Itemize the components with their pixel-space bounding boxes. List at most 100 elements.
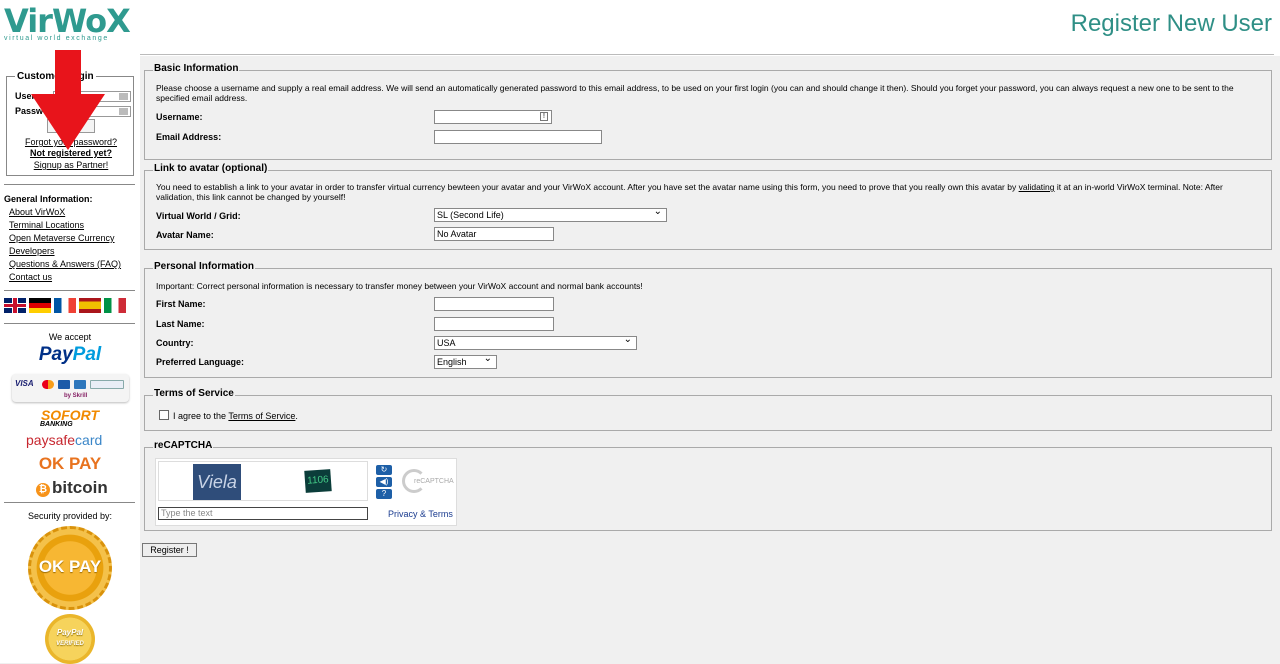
avatar-legend: Link to avatar (optional) (153, 163, 269, 174)
flag-de-icon[interactable] (29, 298, 51, 313)
skrill-logo: by Skrill (64, 393, 88, 399)
virtual-world-label: Virtual World / Grid: (156, 211, 241, 221)
first-name-input[interactable] (434, 297, 554, 311)
sidebar-divider (4, 290, 135, 291)
basic-info-legend: Basic Information (153, 63, 240, 74)
terms-agree-label: I agree to the Terms of Service. (173, 411, 298, 421)
terms-agree-post: . (295, 411, 298, 421)
email-input[interactable] (434, 130, 602, 144)
terms-of-service-section: Terms of Service I agree to the Terms of… (144, 388, 1272, 431)
avatar-link-section: Link to avatar (optional) You need to es… (144, 163, 1272, 250)
sidebar-link-developers[interactable]: Developers (9, 246, 55, 256)
country-label: Country: (156, 338, 194, 348)
sidebar-divider (4, 184, 135, 185)
bitcoin-logo: ₿ bitcoin (36, 478, 108, 498)
paypal-seal-text: PayPal VERIFIED (45, 628, 95, 649)
sidebar-link-faq[interactable]: Questions & Answers (FAQ) (9, 259, 121, 269)
header-divider (140, 54, 1274, 55)
virtual-world-select[interactable]: SL (Second Life) (434, 206, 667, 222)
avatar-description: You need to establish a link to your ava… (156, 182, 1255, 202)
paysafe-part1: paysafe (26, 432, 76, 448)
terms-agree-pre: I agree to the (173, 411, 229, 421)
personal-information-section: Personal Information Important: Correct … (144, 261, 1272, 378)
sidebar-divider (4, 502, 135, 503)
red-arrow-annotation (31, 50, 105, 150)
security-label: Security provided by: (27, 511, 113, 521)
flag-es-icon[interactable] (79, 298, 101, 313)
username-input[interactable] (434, 110, 552, 124)
recaptcha-section: reCAPTCHA Viela 1106 Type the text ↻ ◀) … (144, 440, 1272, 531)
first-name-label: First Name: (156, 299, 206, 309)
captcha-refresh-icon[interactable]: ↻ (376, 465, 392, 475)
terms-link[interactable]: Terms of Service (228, 411, 295, 421)
flag-it-icon[interactable] (104, 298, 126, 313)
jcb-icon (58, 380, 70, 389)
validating-link[interactable]: validating (1019, 182, 1055, 192)
language-flags (4, 298, 134, 314)
privacy-terms-link[interactable]: Privacy & Terms (388, 509, 453, 519)
language-select[interactable]: English (434, 353, 497, 369)
password-manager-icon[interactable]: ! (540, 112, 548, 121)
captcha-help-icon[interactable]: ? (376, 489, 392, 499)
terms-legend: Terms of Service (153, 388, 235, 399)
okpay-seal-text: OK PAY (38, 557, 102, 576)
page-header: VirWoX virtual world exchange Register N… (0, 0, 1280, 56)
last-name-label: Last Name: (156, 319, 205, 329)
basic-information-section: Basic Information Please choose a userna… (144, 63, 1272, 160)
bitcoin-text: bitcoin (52, 478, 108, 497)
sidebar-link-contact[interactable]: Contact us (9, 272, 52, 282)
we-accept-label: We accept (48, 332, 92, 342)
avatar-desc-pre: You need to establish a link to your ava… (156, 182, 1019, 192)
sofort-logo: SOFORT (40, 407, 100, 423)
register-button[interactable]: Register ! (142, 543, 197, 557)
country-select[interactable]: USA (434, 334, 637, 350)
username-label: Username: (156, 112, 203, 122)
captcha-image: Viela 1106 (158, 461, 368, 501)
virwox-logo[interactable]: VirWoX virtual world exchange (4, 4, 140, 48)
paysafecard-logo: paysafecard (26, 432, 102, 448)
basic-info-description: Please choose a username and supply a re… (156, 83, 1234, 103)
page-title: Register New User (1070, 10, 1272, 37)
email-label: Email Address: (156, 132, 222, 142)
captcha-word-2: 1106 (304, 469, 332, 493)
captcha-audio-icon[interactable]: ◀) (376, 477, 392, 487)
recaptcha-legend: reCAPTCHA (153, 440, 214, 451)
recaptcha-logo-text: reCAPTCHA (414, 478, 454, 485)
okpay-seal-icon[interactable]: OK PAY (28, 526, 112, 610)
flag-fr-icon[interactable] (54, 298, 76, 313)
avatar-name-label: Avatar Name: (156, 230, 214, 240)
captcha-word-1: Viela (193, 464, 241, 500)
sofort-banking-label: BANKING (40, 421, 73, 428)
sidebar-link-about[interactable]: About VirWoX (9, 207, 65, 217)
mastercard-icon (42, 380, 54, 389)
last-name-input[interactable] (434, 317, 554, 331)
general-info-title: General Information: (4, 194, 93, 204)
bitcoin-icon: ₿ (36, 483, 50, 497)
diners-club-icon (90, 380, 124, 389)
sidebar-divider (4, 323, 135, 324)
signup-partner-link[interactable]: Signup as Partner! (7, 160, 135, 170)
language-label: Preferred Language: (156, 357, 245, 367)
personal-info-legend: Personal Information (153, 261, 256, 272)
terms-checkbox[interactable] (159, 410, 169, 420)
paypal-logo-part1: Pay (38, 344, 73, 365)
okpay-logo: OK PAY (38, 454, 102, 473)
amex-icon (74, 380, 86, 389)
paypal-verified-seal-icon[interactable]: PayPal VERIFIED (45, 614, 95, 664)
visa-logo: VISA (15, 379, 34, 388)
recaptcha-widget: Viela 1106 Type the text ↻ ◀) ? reCAPTCH… (155, 458, 457, 526)
paypal-logo: PayPal (0, 344, 140, 366)
flag-uk-icon[interactable] (4, 298, 26, 313)
card-logos: VISA by Skrill (12, 374, 129, 402)
logo-text: VirWoX (4, 2, 131, 40)
avatar-name-input[interactable]: No Avatar (434, 227, 554, 241)
paypal-seal-line2: VERIFIED (56, 641, 84, 647)
captcha-input[interactable]: Type the text (158, 507, 368, 520)
recaptcha-logo-icon: reCAPTCHA (402, 469, 454, 495)
paysafe-part2: card (75, 432, 103, 448)
paypal-seal-line1: PayPal (56, 628, 84, 637)
paypal-logo-part2: Pal (72, 344, 102, 365)
sidebar-link-terminals[interactable]: Terminal Locations (9, 220, 84, 230)
personal-info-description: Important: Correct personal information … (156, 281, 643, 291)
sidebar-link-omc[interactable]: Open Metaverse Currency (9, 233, 115, 243)
